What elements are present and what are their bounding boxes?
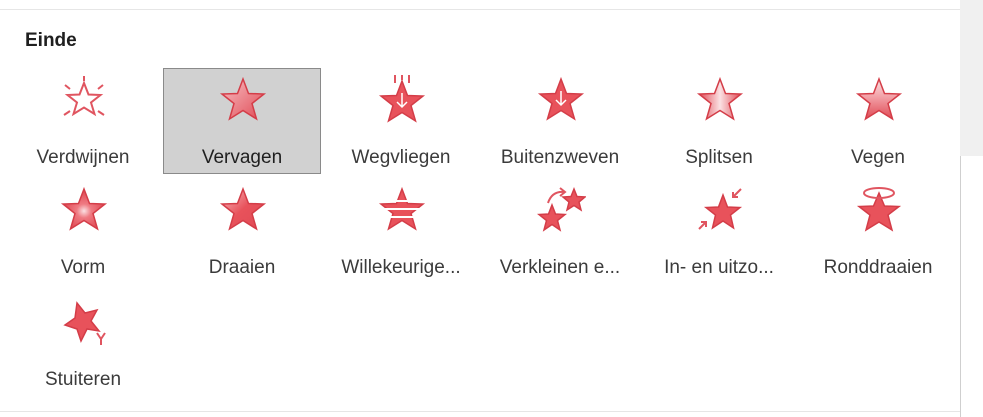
effect-label: Vorm [60, 257, 106, 278]
effect-vegen[interactable]: Vegen [799, 68, 957, 174]
effect-stuiteren[interactable]: Stuiteren [4, 290, 162, 396]
star-zoom-icon [698, 188, 743, 230]
effect-label: Stuiteren [44, 369, 122, 390]
effect-vorm[interactable]: Vorm [4, 178, 162, 284]
effect-label: Verdwijnen [36, 147, 130, 168]
star-fade-icon [219, 76, 267, 121]
effect-label: Willekeurige... [341, 257, 461, 278]
effect-label: In- en uitzo... [664, 257, 774, 278]
star-burst-outline-icon [63, 76, 105, 117]
effect-vervagen[interactable]: Vervagen [163, 68, 321, 174]
effect-ronddraaien[interactable]: Ronddraaien [799, 178, 957, 284]
star-split-icon [696, 76, 744, 121]
star-bounce-icon [63, 301, 106, 345]
effect-label: Wegvliegen [351, 147, 451, 168]
star-wipe-icon [855, 76, 903, 121]
star-random-bars-icon [378, 186, 426, 231]
star-swivel-icon [856, 187, 902, 232]
effect-label: Vegen [851, 147, 905, 168]
effect-label: Buitenzweven [500, 147, 620, 168]
star-shape-icon [60, 186, 108, 231]
star-shrink-turn-icon [536, 186, 586, 232]
effect-splitsen[interactable]: Splitsen [640, 68, 798, 174]
effect-label: Ronddraaien [823, 257, 933, 278]
effect-in-en-uitzoomen[interactable]: In- en uitzo... [640, 178, 798, 284]
effect-verkleinen[interactable]: Verkleinen e... [481, 178, 639, 284]
exit-effects-gallery: Verdwijnen Vervagen Wegvliegen Buitenzwe… [0, 0, 960, 417]
effect-label: Verkleinen e... [499, 257, 621, 278]
star-float-out-icon [537, 76, 585, 121]
effect-label: Vervagen [201, 147, 283, 168]
effect-buitenzweven[interactable]: Buitenzweven [481, 68, 639, 174]
star-fly-out-icon [378, 75, 426, 123]
scrollbar-thumb[interactable] [960, 156, 983, 417]
star-wheel-icon [219, 186, 267, 231]
effect-verdwijnen[interactable]: Verdwijnen [4, 68, 162, 174]
bottom-divider [0, 411, 960, 412]
effect-willekeurige[interactable]: Willekeurige... [322, 178, 480, 284]
effect-draaien[interactable]: Draaien [163, 178, 321, 284]
effect-label: Splitsen [685, 147, 753, 168]
effect-wegvliegen[interactable]: Wegvliegen [322, 68, 480, 174]
effect-label: Draaien [208, 257, 276, 278]
